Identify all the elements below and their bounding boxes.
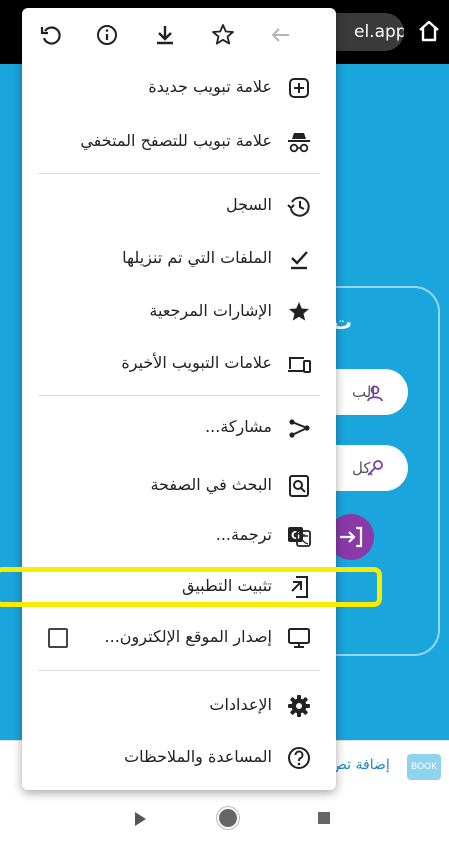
menu-item-new-tab[interactable]: علامة تبويب جديدة: [22, 62, 336, 114]
download-icon[interactable]: [152, 22, 178, 48]
menu-item-label: تثبيت التطبيق: [181, 576, 272, 595]
star-filled-icon: [289, 302, 309, 321]
incognito-icon: [288, 133, 310, 153]
desktop-site-checkbox[interactable]: [48, 628, 68, 648]
promo-logo: BOOK: [407, 754, 441, 780]
desktop-icon: [288, 628, 310, 648]
menu-item-desktop-site[interactable]: إصدار الموقع الإلكترون...: [22, 612, 336, 664]
menu-item-label: الملفات التي تم تنزيلها: [122, 248, 272, 267]
menu-divider: [38, 670, 320, 671]
menu-item-label: علامة تبويب جديدة: [148, 77, 272, 96]
menu-item-incognito[interactable]: علامة تبويب للتصفح المتخفي: [22, 116, 336, 168]
find-in-page-icon: [289, 475, 309, 497]
history-icon: [287, 196, 310, 217]
menu-item-label: ترجمة...: [215, 525, 272, 544]
menu-item-label: علامات التبويب الأخيرة: [121, 353, 272, 372]
menu-item-label: الإشارات المرجعية: [149, 301, 272, 320]
menu-item-settings[interactable]: الإعدادات: [22, 680, 336, 732]
reload-icon[interactable]: [38, 22, 64, 48]
menu-item-recent-tabs[interactable]: علامات التبويب الأخيرة: [22, 338, 336, 390]
menu-item-label: الإعدادات: [209, 695, 272, 714]
menu-item-share[interactable]: مشاركة...: [22, 402, 336, 454]
nav-recents-icon[interactable]: [318, 812, 330, 824]
user-icon: [367, 385, 383, 402]
menu-item-help[interactable]: المساعدة والملاحظات: [22, 732, 336, 784]
menu-item-label: مشاركة...: [205, 417, 272, 436]
menu-item-label: علامة تبويب للتصفح المتخفي: [80, 131, 272, 150]
help-icon: [288, 747, 310, 769]
share-icon: [289, 419, 310, 438]
menu-item-label: المساعدة والملاحظات: [124, 747, 272, 766]
menu-item-find-in-page[interactable]: البحث في الصفحة: [22, 460, 336, 512]
promo-text[interactable]: إضافة تص: [330, 757, 390, 773]
menu-item-history[interactable]: السجل: [22, 180, 336, 232]
gear-icon: [288, 695, 310, 717]
menu-divider: [38, 395, 320, 396]
bookmark-star-icon[interactable]: [210, 22, 236, 48]
plus-box-icon: [289, 78, 309, 98]
menu-item-install-app[interactable]: تثبيت التطبيق: [22, 561, 336, 613]
menu-item-downloads[interactable]: الملفات التي تم تنزيلها: [22, 233, 336, 285]
nav-home-icon[interactable]: [219, 809, 237, 827]
key-icon: [367, 460, 383, 476]
install-app-icon: [291, 576, 308, 598]
menu-item-bookmarks[interactable]: الإشارات المرجعية: [22, 286, 336, 338]
home-icon[interactable]: [416, 18, 442, 44]
devices-icon: [288, 357, 311, 373]
login-icon: [340, 526, 363, 548]
menu-item-label: السجل: [225, 195, 272, 214]
nav-back-icon[interactable]: [135, 812, 146, 826]
info-icon[interactable]: [94, 22, 120, 48]
menu-item-translate[interactable]: G ترجمة...: [22, 510, 336, 562]
forward-icon[interactable]: [268, 22, 294, 48]
menu-toolbar: [22, 8, 336, 60]
url-text: el.app: [354, 22, 404, 42]
translate-icon: G: [288, 527, 311, 547]
menu-item-label: إصدار الموقع الإلكترون...: [104, 627, 272, 646]
menu-item-label: البحث في الصفحة: [150, 475, 272, 494]
menu-divider: [38, 173, 320, 174]
download-done-icon: [291, 251, 308, 270]
